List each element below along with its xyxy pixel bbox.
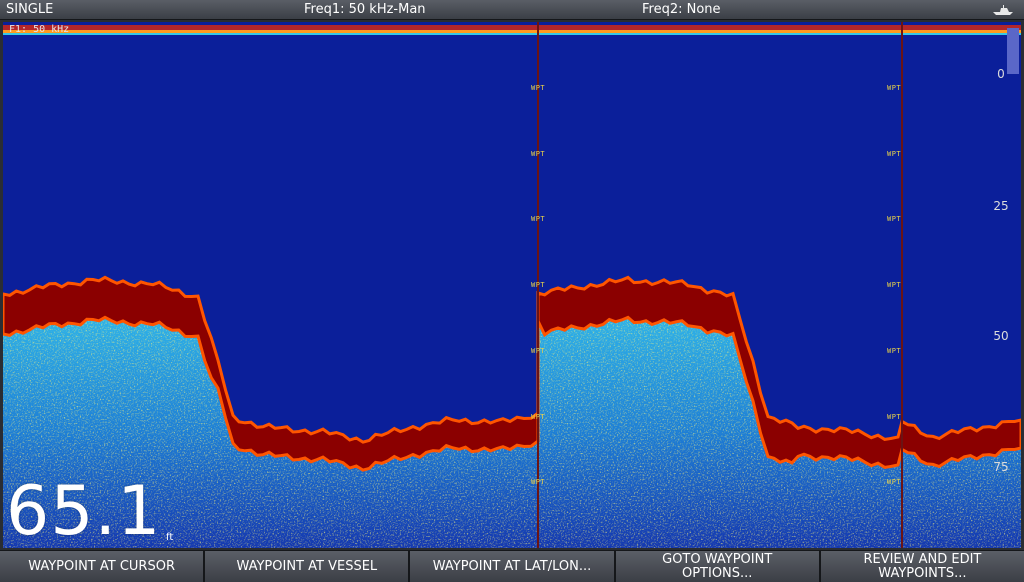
depth-tick-75: 75 xyxy=(993,460,1009,474)
depth-tick-25: 25 xyxy=(993,199,1009,213)
boat-icon xyxy=(993,5,1013,15)
sonar-display[interactable]: F1: 50 kHz WPT WPT WPT WPT WPT WPT WPT WPT WPT WP… xyxy=(3,22,1021,548)
depth-unit: ft xyxy=(166,532,174,543)
softkey-bar: WAYPOINT AT CURSOR WAYPOINT AT VESSEL WA… xyxy=(0,550,1024,582)
waypoint-marker: WPT xyxy=(531,413,546,421)
waypoint-marker: WPT xyxy=(531,150,546,158)
waypoint-marker: WPT xyxy=(887,413,902,421)
surface-band xyxy=(3,25,1021,30)
freq2-label: Freq2: None xyxy=(642,2,721,17)
depth-tick-50: 50 xyxy=(993,329,1009,343)
mode-label: SINGLE xyxy=(6,2,54,17)
waypoint-marker: WPT xyxy=(887,150,902,158)
waypoint-marker: WPT xyxy=(887,478,902,486)
depth-readout: 65.1 xyxy=(6,472,162,551)
freq1-label: Freq1: 50 kHz-Man xyxy=(304,2,426,17)
review-edit-waypoints-button[interactable]: REVIEW AND EDIT WAYPOINTS... xyxy=(820,551,1024,582)
waypoint-at-latlon-button[interactable]: WAYPOINT AT LAT/LON... xyxy=(410,551,616,582)
waypoint-at-cursor-button[interactable]: WAYPOINT AT CURSOR xyxy=(0,551,206,582)
waypoint-marker: WPT xyxy=(531,215,546,223)
status-bar: SINGLE Freq1: 50 kHz-Man Freq2: None xyxy=(0,0,1024,20)
waypoint-marker: WPT xyxy=(531,347,546,355)
waypoint-marker: WPT xyxy=(531,478,546,486)
goto-waypoint-options-button[interactable]: GOTO WAYPOINT OPTIONS... xyxy=(615,551,821,582)
waypoint-marker: WPT xyxy=(887,281,902,289)
waypoint-at-vessel-button[interactable]: WAYPOINT AT VESSEL xyxy=(205,551,411,582)
sonar-echogram xyxy=(3,22,1021,548)
depth-tick-0: 0 xyxy=(997,67,1005,81)
waypoint-marker: WPT xyxy=(531,281,546,289)
waypoint-marker: WPT xyxy=(887,215,902,223)
waypoint-marker: WPT xyxy=(531,84,546,92)
channel-label: F1: 50 kHz xyxy=(9,24,70,35)
waypoint-marker: WPT xyxy=(887,347,902,355)
waypoint-marker: WPT xyxy=(887,84,902,92)
